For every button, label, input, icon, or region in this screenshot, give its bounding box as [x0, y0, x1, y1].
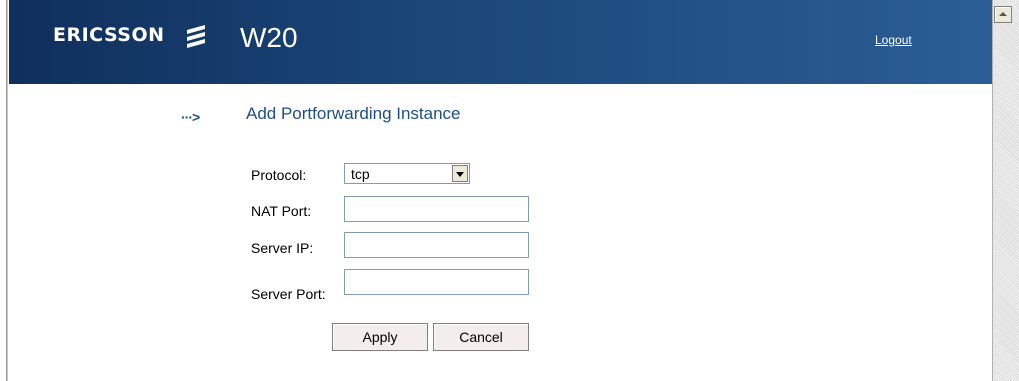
- protocol-select[interactable]: tcp: [344, 163, 470, 184]
- product-name: W20: [240, 22, 298, 53]
- page-title: Add Portforwarding Instance: [246, 104, 461, 123]
- header-banner: ERICSSON W20 Logout: [9, 0, 992, 84]
- server-ip-label: Server IP:: [251, 240, 314, 256]
- logout-link[interactable]: Logout: [875, 33, 912, 47]
- scroll-up-icon[interactable]: [994, 6, 1012, 23]
- server-port-input[interactable]: [344, 269, 529, 295]
- chevron-down-icon[interactable]: [452, 165, 468, 182]
- apply-button[interactable]: Apply: [332, 323, 428, 351]
- nat-port-input[interactable]: [344, 196, 529, 222]
- vertical-scrollbar[interactable]: [992, 0, 1019, 381]
- cancel-button[interactable]: Cancel: [433, 323, 529, 351]
- ericsson-logo-icon: [187, 25, 205, 48]
- window-frame-left: [0, 0, 8, 381]
- brand-logo-text: ERICSSON: [53, 24, 165, 46]
- server-port-label: Server Port:: [251, 286, 326, 302]
- title-arrow-icon: ···>: [181, 109, 200, 125]
- protocol-label: Protocol:: [251, 167, 307, 183]
- protocol-selected-value: tcp: [351, 166, 370, 182]
- server-ip-input[interactable]: [344, 232, 529, 258]
- nat-port-label: NAT Port:: [251, 203, 312, 219]
